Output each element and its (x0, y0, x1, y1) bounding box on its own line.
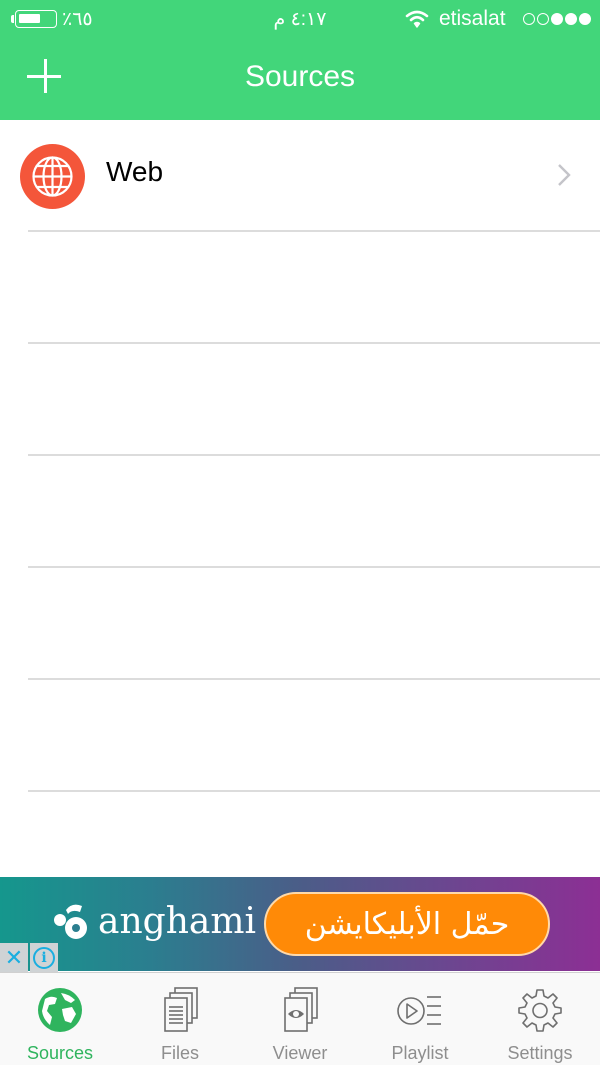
navigation-bar: Sources (0, 40, 600, 120)
tab-settings[interactable]: Settings (480, 973, 600, 1065)
status-bar: ٪٦٥ ٤:١٧ م etisalat (0, 0, 600, 40)
tab-playlist[interactable]: Playlist (360, 973, 480, 1065)
ad-close-button[interactable]: ✕ (0, 943, 28, 972)
tab-bar: Sources Files Viewer Playlist Settings (0, 972, 600, 1065)
tab-files[interactable]: Files (120, 973, 240, 1065)
playlist-icon (397, 996, 441, 1025)
tab-label: Settings (507, 1043, 573, 1063)
carrier-name: etisalat (439, 7, 506, 30)
chevron-right-icon (558, 164, 571, 186)
ad-info-button[interactable]: i (30, 943, 58, 972)
tab-label: Sources (26, 1043, 94, 1063)
page-title: Sources (244, 60, 356, 93)
empty-row (0, 568, 600, 680)
sources-screen: ٪٦٥ ٤:١٧ م etisalat Sources Web anghami … (0, 0, 600, 1065)
ad-brand-logo: anghami (52, 891, 256, 951)
signal-dot (579, 13, 591, 25)
status-time: ٤:١٧ م (273, 9, 327, 30)
ad-download-button[interactable]: حمّل الأبليكايشن (264, 892, 550, 956)
gear-icon (518, 989, 562, 1032)
globe-icon (38, 988, 82, 1032)
ad-controls: ✕ i (0, 943, 58, 972)
source-label: Web (106, 156, 164, 187)
signal-dot (551, 13, 563, 25)
ad-banner[interactable]: anghami حمّل الأبليكايشن (0, 877, 600, 971)
info-icon: i (33, 946, 55, 969)
top-bar: ٪٦٥ ٤:١٧ م etisalat Sources (0, 0, 600, 120)
wifi-icon (405, 10, 429, 28)
row-divider (28, 790, 600, 792)
signal-dot (523, 13, 535, 25)
signal-strength-icon (523, 13, 591, 25)
empty-row (0, 232, 600, 344)
tab-viewer[interactable]: Viewer (240, 973, 360, 1065)
source-item-web[interactable]: Web (0, 120, 600, 232)
signal-dot (537, 13, 549, 25)
tab-label: Files (160, 1043, 199, 1063)
empty-row (0, 344, 600, 456)
ad-brand-name: anghami (98, 900, 256, 942)
empty-row (0, 456, 600, 568)
empty-row (0, 680, 600, 792)
sources-list: Web (0, 120, 600, 792)
files-icon (164, 987, 198, 1032)
music-note-icon (54, 904, 87, 939)
tab-label: Viewer (272, 1043, 328, 1063)
signal-dot (565, 13, 577, 25)
globe-icon (20, 144, 85, 209)
tab-label: Playlist (391, 1043, 449, 1063)
tab-sources[interactable]: Sources (0, 973, 120, 1065)
eye-document-icon (284, 987, 318, 1032)
close-icon: ✕ (4, 944, 24, 970)
